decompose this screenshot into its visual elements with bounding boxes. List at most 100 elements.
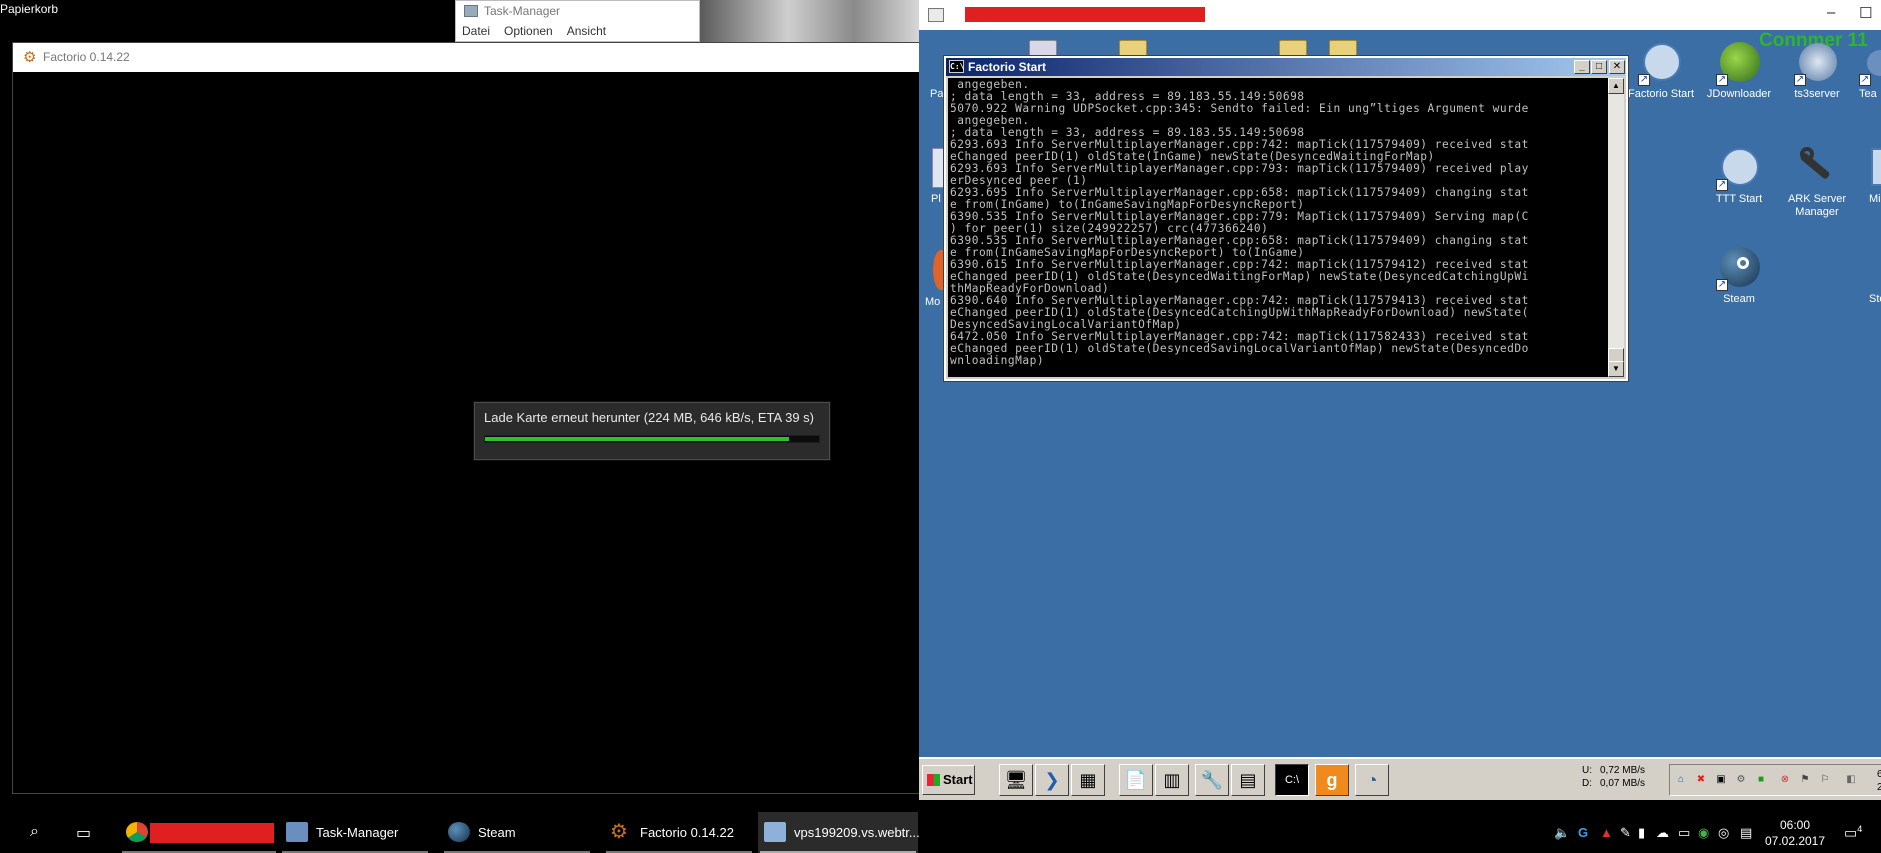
remote-desktop-icon xyxy=(928,8,944,22)
adobe-icon[interactable]: ▲ xyxy=(1600,825,1613,840)
console-line: e from(InGame) to(InGameSavingMapForDesy… xyxy=(950,199,1305,211)
desktop-icon-ts3server[interactable]: ↗ ts3server xyxy=(1777,40,1857,101)
minimize-button[interactable]: – xyxy=(1827,4,1835,21)
search-icon[interactable]: ⌕ xyxy=(30,823,39,841)
remote-system-tray: ⌂ ✖ ▣ ⚙ ■ ⊗ ⚑ ⚐ ◧ 6 2/ xyxy=(1669,764,1881,796)
console-line: 6293.695 Info ServerMultiplayerManager.c… xyxy=(950,187,1529,199)
upload-label: U: xyxy=(1582,765,1592,776)
warning-icon[interactable]: ✖ xyxy=(1695,774,1707,786)
chrome-icon xyxy=(126,822,148,842)
desktop-icon-partial[interactable]: Mi S xyxy=(1855,145,1881,206)
ark-tool-icon[interactable]: 🔧 xyxy=(1195,764,1229,796)
download-label: D: xyxy=(1582,778,1592,789)
remote-clock[interactable]: 6 2/ xyxy=(1877,768,1881,794)
logitech-g-icon[interactable]: G xyxy=(1578,825,1588,840)
notification-count: 4 xyxy=(1857,824,1863,834)
console-close-button[interactable]: ✕ xyxy=(1609,60,1625,74)
gameserver-icon[interactable]: g xyxy=(1315,764,1349,796)
task-manager-titlebar[interactable]: Task-Manager xyxy=(456,1,699,21)
taskbar-item-steam[interactable]: Steam xyxy=(442,812,592,853)
desktop-icon-teamspeak[interactable]: ↗ Tea xyxy=(1855,40,1881,101)
task-view-icon[interactable]: ▭ xyxy=(76,823,91,843)
desktop-label-partial[interactable]: Pa xyxy=(930,88,943,100)
console-line: eChanged peerID(1) oldState(DesyncedWait… xyxy=(950,271,1529,283)
task-manager-window[interactable]: Task-Manager Datei Optionen Ansicht xyxy=(455,0,700,42)
console-line: _ xyxy=(950,367,958,377)
windows-flag-icon xyxy=(927,774,940,786)
notification-center-icon[interactable]: ▭4 xyxy=(1844,824,1862,842)
powershell-icon[interactable]: ❯ xyxy=(1035,764,1069,796)
ttt-start-icon: ↗ xyxy=(1716,145,1762,191)
steam-tray-icon[interactable]: ◎ xyxy=(1718,825,1729,841)
scroll-down-button[interactable]: ▼ xyxy=(1608,361,1624,377)
taskbar-clock[interactable]: 06:00 07.02.2017 xyxy=(1758,817,1832,849)
hardware-icon[interactable]: ▥ xyxy=(1155,764,1189,796)
recycle-bin-label[interactable]: Papierkorb xyxy=(0,2,58,16)
ts3-task-icon[interactable]: ◔ xyxy=(1355,764,1389,796)
desktop-label-partial[interactable]: Pl xyxy=(931,193,941,205)
device-icon[interactable]: ▣ xyxy=(1715,774,1727,786)
taskbar-item-factorio[interactable]: ⚙ Factorio 0.14.22 xyxy=(604,812,754,853)
desktop-icon-ttt-start[interactable]: ↗ TTT Start xyxy=(1699,145,1779,206)
console-scrollbar[interactable]: ▲ ▼ xyxy=(1608,78,1624,377)
screen-icon[interactable]: ▤ xyxy=(1740,825,1752,841)
desktop-icon-ark-server-manager[interactable]: ARK Server Manager xyxy=(1777,145,1857,219)
console-title: Factorio Start xyxy=(968,60,1047,74)
taskbar-item-task-manager[interactable]: Task-Manager xyxy=(280,812,430,853)
remote-start-button[interactable]: Start xyxy=(922,765,975,795)
console-task-icon[interactable]: C:\ xyxy=(1275,764,1309,796)
desktop-icon-steam[interactable]: ↗ Steam xyxy=(1699,245,1779,306)
flag-icon[interactable]: ⚑ xyxy=(1799,774,1811,786)
server-manager-icon[interactable]: 🖥 xyxy=(999,764,1033,796)
settings-icon[interactable]: ⚙ xyxy=(1735,774,1747,786)
factorio-icon: ⚙ xyxy=(610,821,628,843)
console-line: e from(InGameSavingMapForDesyncReport) t… xyxy=(950,247,1305,259)
console-line: 6293.693 Info ServerMultiplayerManager.c… xyxy=(950,163,1529,175)
factorio-window[interactable]: ⚙ Factorio 0.14.22 Lade Karte erneut her… xyxy=(12,42,920,794)
volume-icon[interactable]: 🔈 xyxy=(1554,825,1570,841)
console-maximize-button[interactable]: □ xyxy=(1591,60,1607,74)
console-line: wnloadingMap) xyxy=(950,355,1045,367)
clock-time: 06:00 xyxy=(1779,818,1811,832)
scroll-up-button[interactable]: ▲ xyxy=(1608,78,1624,94)
menu-optionen[interactable]: Optionen xyxy=(504,21,553,41)
tablet-icon[interactable]: ▮ xyxy=(1638,825,1645,841)
console-minimize-button[interactable]: _ xyxy=(1574,60,1590,74)
console-titlebar[interactable]: C:\ Factorio Start _ □ ✕ xyxy=(946,58,1626,76)
taskbar-item-remote-desktop[interactable]: vps199209.vs.webtr... xyxy=(758,812,920,853)
factorio-gear-icon: ⚙ xyxy=(23,49,37,66)
map-download-progress-fill xyxy=(485,437,789,441)
control-panel-icon[interactable]: ▦ xyxy=(1071,764,1105,796)
volume-icon[interactable]: ◧ xyxy=(1845,774,1857,786)
partial-icon xyxy=(1855,145,1881,191)
steam-partial-icon xyxy=(1855,245,1881,291)
green-status-icon[interactable]: ■ xyxy=(1755,774,1767,786)
speaker-icon[interactable]: ⚐ xyxy=(1819,774,1831,786)
console-window[interactable]: C:\ Factorio Start _ □ ✕ angegeben.; dat… xyxy=(943,55,1629,382)
console-output[interactable]: angegeben.; data length = 33, address = … xyxy=(948,78,1608,377)
blocked-icon[interactable]: ⊗ xyxy=(1779,774,1791,786)
windows-taskbar: ⌕ ▭ Task-Manager Steam ⚙ Factorio 0.14.2… xyxy=(0,812,1881,853)
teamspeak-icon: ↗ xyxy=(1855,40,1881,86)
onedrive-icon[interactable]: ☁ xyxy=(1656,825,1669,841)
desktop-icon-jdownloader[interactable]: ↗ JDownloader xyxy=(1699,40,1779,101)
pen-icon[interactable]: ✎ xyxy=(1620,825,1631,841)
maximize-button[interactable]: ☐ xyxy=(1859,4,1872,22)
console-line: angegeben. xyxy=(950,115,1030,127)
menu-ansicht[interactable]: Ansicht xyxy=(567,21,606,41)
factorio-titlebar[interactable]: ⚙ Factorio 0.14.22 xyxy=(13,43,919,72)
network-icon[interactable]: ⌂ xyxy=(1675,774,1687,786)
remote-desktop-titlebar[interactable]: – ☐ xyxy=(919,0,1881,30)
desktop-icon-factorio-start[interactable]: ↗ Factorio Start xyxy=(1621,40,1701,101)
console-line: eChanged peerID(1) oldState(DesyncedCatc… xyxy=(950,307,1529,319)
factorio-window-title: Factorio 0.14.22 xyxy=(43,50,130,64)
network-icon[interactable]: ▭ xyxy=(1678,825,1690,841)
nvidia-icon[interactable]: ◉ xyxy=(1698,825,1709,841)
remote-desktop-window[interactable]: – ☐ Pa Pl Mo Connmer 11 ↗ Factorio Start… xyxy=(919,0,1881,853)
window-icon[interactable]: ▤ xyxy=(1231,764,1265,796)
desktop-icon-steam-partial[interactable]: Stea xyxy=(1855,245,1881,306)
taskbar-item-chrome[interactable] xyxy=(120,812,278,853)
desktop-label-partial[interactable]: Mo xyxy=(925,296,940,308)
documents-icon[interactable]: 📄 xyxy=(1119,764,1153,796)
menu-datei[interactable]: Datei xyxy=(462,21,490,41)
